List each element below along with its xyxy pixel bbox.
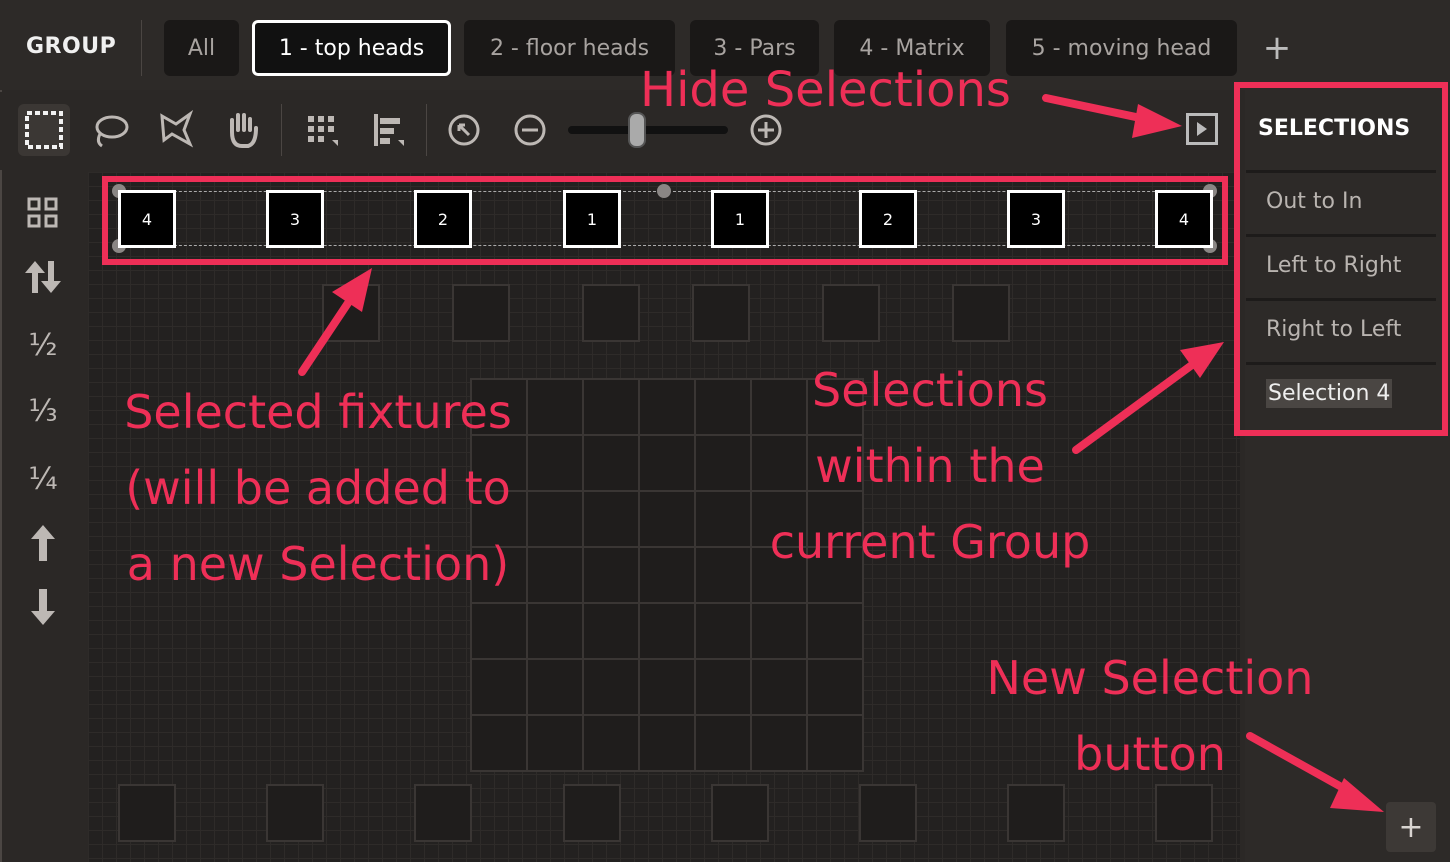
arrow-head	[332, 268, 372, 312]
annotation-hide-selections: Hide Selections	[640, 62, 1011, 118]
arrow-line	[298, 296, 354, 376]
annotation-new-selection: New Selection button	[950, 640, 1350, 792]
app-window: GROUP All 1 - top heads 2 - floor heads …	[0, 0, 1450, 862]
annotation-line: current Group	[769, 515, 1091, 569]
annotation-line: within the	[815, 439, 1045, 493]
annotation-selected-fixtures: Selected fixtures (will be added to a ne…	[88, 374, 548, 602]
annotation-line: Selected fixtures	[124, 385, 512, 439]
annotation-line: (will be added to	[125, 461, 511, 515]
annotation-line: Selections	[812, 363, 1048, 417]
arrow-head	[1132, 104, 1182, 138]
annotation-line: button	[1074, 727, 1226, 781]
arrow-line	[1042, 94, 1154, 124]
annotation-selections-within: Selections within the current Group	[740, 352, 1120, 580]
annotation-line: New Selection	[986, 651, 1314, 705]
annotation-line: a new Selection)	[126, 537, 510, 591]
